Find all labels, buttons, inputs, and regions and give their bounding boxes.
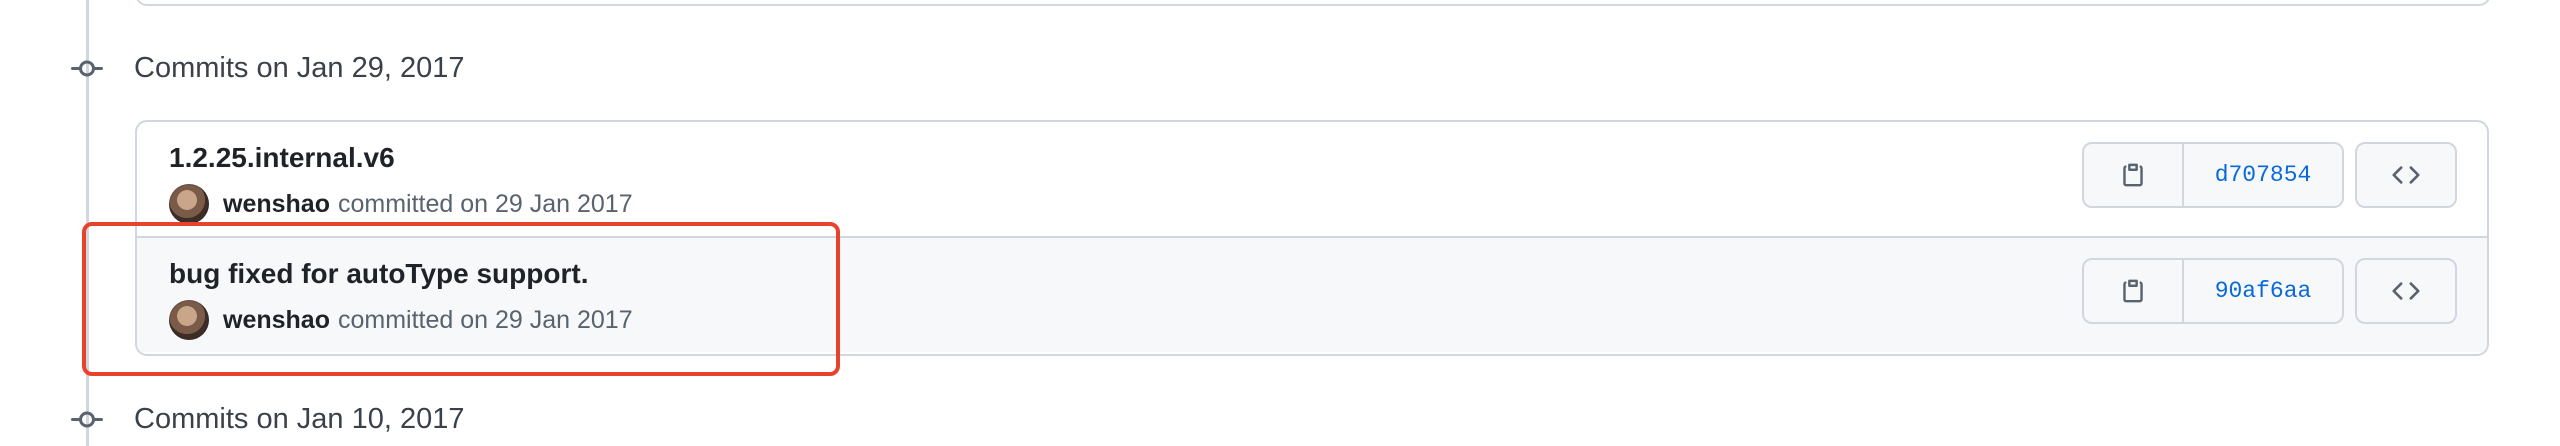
commit-sha-link[interactable]: 90af6aa xyxy=(2184,260,2342,322)
sha-button-group: d707854 xyxy=(2082,142,2344,208)
commit-meta: wenshao committed on 29 Jan 2017 xyxy=(169,300,633,340)
copy-icon xyxy=(2123,163,2143,187)
commit-meta: wenshao committed on 29 Jan 2017 xyxy=(169,184,633,224)
git-commit-icon xyxy=(67,400,107,440)
commit-list: 1.2.25.internal.v6 wenshao committed on … xyxy=(135,120,2489,356)
commit-title-link[interactable]: bug fixed for autoType support. xyxy=(169,258,588,290)
author-link[interactable]: wenshao xyxy=(223,190,330,219)
copy-sha-button[interactable] xyxy=(2084,144,2184,206)
git-commit-icon xyxy=(67,49,107,89)
commit-sha-link[interactable]: d707854 xyxy=(2184,144,2342,206)
code-icon xyxy=(2392,166,2420,184)
commit-group-title: Commits on Jan 29, 2017 xyxy=(134,52,465,84)
browse-repo-button[interactable] xyxy=(2355,142,2457,208)
commit-date: committed on 29 Jan 2017 xyxy=(337,189,633,218)
copy-sha-button[interactable] xyxy=(2084,260,2184,322)
code-icon xyxy=(2392,282,2420,300)
sha-button-group: 90af6aa xyxy=(2082,258,2344,324)
commit-row: 1.2.25.internal.v6 wenshao committed on … xyxy=(137,122,2487,236)
author-link[interactable]: wenshao xyxy=(223,306,330,335)
avatar[interactable] xyxy=(169,300,209,340)
commit-row: bug fixed for autoType support. wenshao … xyxy=(137,236,2487,352)
commit-group-title: Commits on Jan 10, 2017 xyxy=(134,403,465,435)
commit-date: committed on 29 Jan 2017 xyxy=(337,305,633,334)
previous-commit-list-edge xyxy=(135,0,2491,6)
browse-repo-button[interactable] xyxy=(2355,258,2457,324)
commit-title-link[interactable]: 1.2.25.internal.v6 xyxy=(169,142,395,174)
avatar[interactable] xyxy=(169,184,209,224)
copy-icon xyxy=(2123,279,2143,303)
